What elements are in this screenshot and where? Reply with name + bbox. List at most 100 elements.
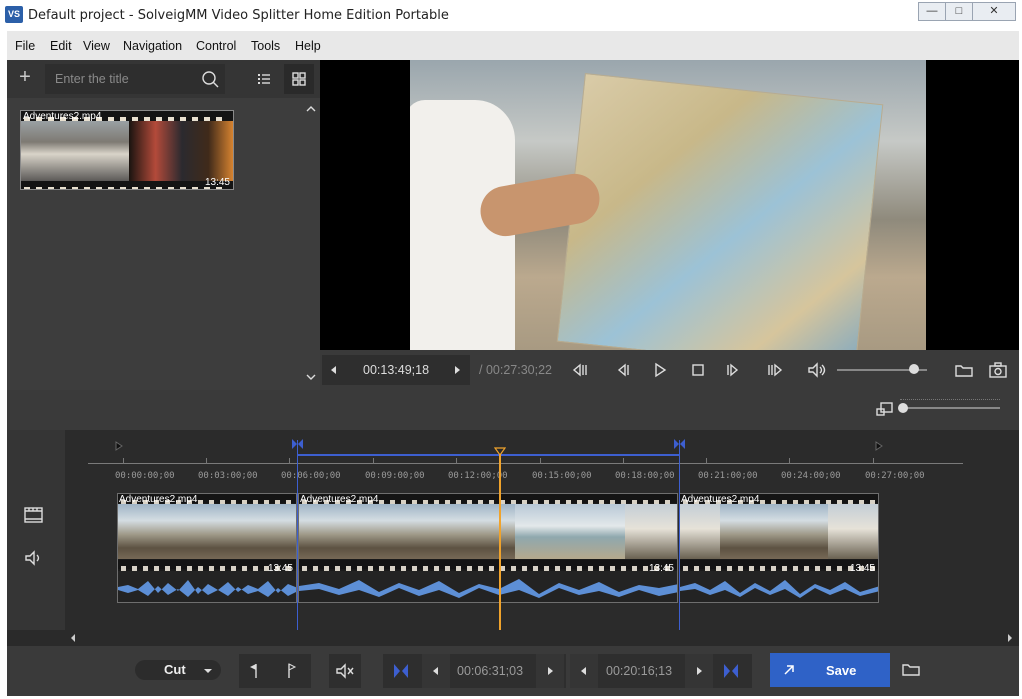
scroll-up-icon[interactable] [306, 106, 316, 112]
menu-navigation[interactable]: Navigation [123, 39, 182, 53]
selection-range[interactable] [297, 454, 679, 456]
chevron-down-icon [204, 669, 212, 673]
save-button[interactable]: Save [770, 653, 890, 687]
search-button[interactable] [195, 64, 225, 94]
menu-bar: File Edit View Navigation Control Tools … [7, 31, 1019, 60]
next-frame-button[interactable] [444, 355, 470, 385]
playhead[interactable] [499, 450, 501, 630]
export-arrow-icon [784, 665, 794, 675]
end-time[interactable]: 00:20:16;13 [606, 664, 672, 678]
menu-control[interactable]: Control [196, 39, 236, 53]
out-marker-icon[interactable] [673, 438, 687, 452]
menu-tools[interactable]: Tools [251, 39, 280, 53]
library-scrollbar[interactable] [304, 98, 318, 390]
timeline-tracks[interactable]: 00:00:00;00 00:03:00;00 00:06:00;00 00:0… [65, 430, 1019, 630]
scroll-down-icon[interactable] [306, 374, 316, 380]
grid-view-button[interactable] [284, 64, 314, 94]
menu-file[interactable]: File [15, 39, 35, 53]
triangle-right-icon [697, 667, 702, 675]
timeline-clip[interactable]: Adventures2.mp4 13:45 [117, 493, 297, 603]
list-view-icon [258, 74, 270, 84]
camera-icon[interactable] [987, 360, 1009, 380]
open-folder-icon[interactable] [900, 658, 922, 680]
player-controls: 00:13:49;18 / 00:27:30;22 [320, 350, 1019, 390]
scroll-right-icon[interactable] [1008, 634, 1012, 642]
selection-end-line[interactable] [679, 440, 680, 630]
volume-icon[interactable] [806, 360, 828, 380]
start-time-increment[interactable] [536, 654, 564, 688]
triangle-right-icon [455, 366, 460, 374]
title-search-input[interactable] [45, 64, 195, 94]
triangle-left-icon [433, 667, 438, 675]
clip-name: Adventures2.mp4 [300, 494, 379, 505]
timeline: 00:00:00;00 00:03:00;00 00:06:00;00 00:0… [7, 430, 1019, 646]
folder-icon[interactable] [953, 360, 975, 380]
add-file-button[interactable]: + [13, 66, 37, 90]
zoom-slider-handle[interactable] [898, 403, 908, 413]
start-time-decrement[interactable] [422, 654, 450, 688]
clip-frame [680, 504, 720, 559]
list-view-button[interactable] [250, 64, 278, 94]
mute-icon [336, 663, 354, 679]
timeline-clip[interactable]: Adventures2.mp4 13:45 [298, 493, 678, 603]
add-marker-right-icon[interactable] [280, 660, 302, 682]
video-track-icon[interactable] [23, 505, 45, 525]
video-player: 00:13:49;18 / 00:27:30;22 [320, 60, 1019, 390]
title-bar: VS Default project - SolveigMM Video Spl… [0, 0, 1022, 31]
ruler-label: 00:09:00;00 [365, 471, 425, 481]
maximize-button[interactable]: □ [945, 2, 973, 21]
start-marker-icon [115, 441, 123, 451]
menu-help[interactable]: Help [295, 39, 321, 53]
audio-track-icon[interactable] [23, 548, 45, 568]
mode-dropdown[interactable]: Cut [135, 660, 221, 680]
clip-frame [118, 504, 226, 559]
step-back-icon[interactable] [613, 360, 633, 380]
library-toolbar: + [7, 60, 320, 98]
ruler-label: 00:27:00;00 [865, 471, 925, 481]
film-strip [21, 181, 233, 189]
timeline-clip[interactable]: Adventures2.mp4 13:45 [679, 493, 879, 603]
minimize-button[interactable]: — [918, 2, 946, 21]
go-to-end-icon[interactable] [765, 360, 785, 380]
clip-duration: 13:45 [648, 563, 674, 574]
clip-frame [226, 504, 296, 559]
step-forward-icon[interactable] [723, 360, 743, 380]
volume-slider-handle[interactable] [908, 364, 919, 374]
clip-duration: 13:45 [267, 563, 293, 574]
end-time-increment[interactable] [685, 654, 713, 688]
close-button[interactable]: ✕ [972, 2, 1016, 21]
go-to-start-icon[interactable] [570, 360, 590, 380]
zoom-slider[interactable] [900, 407, 1000, 409]
menu-view[interactable]: View [83, 39, 110, 53]
menu-edit[interactable]: Edit [50, 39, 72, 53]
library-item[interactable]: Adventures2.mp4 13:45 [20, 110, 234, 190]
media-library: + Adve [7, 60, 320, 390]
selection-start-line[interactable] [297, 440, 298, 630]
scroll-left-icon[interactable] [71, 634, 75, 642]
library-item-duration: 13:45 [204, 177, 230, 188]
total-time: / 00:27:30;22 [479, 363, 552, 377]
clip-frame [299, 504, 407, 559]
play-icon[interactable] [650, 360, 670, 380]
clip-frame [828, 504, 878, 559]
playhead-handle-icon[interactable] [494, 447, 506, 457]
stop-icon[interactable] [688, 360, 708, 380]
in-marker-icon[interactable] [392, 660, 410, 682]
prev-frame-button[interactable] [322, 355, 346, 385]
ruler-label: 00:18:00;00 [615, 471, 675, 481]
clip-name: Adventures2.mp4 [681, 494, 760, 505]
mode-label: Cut [164, 662, 186, 677]
app-icon: VS [5, 6, 23, 23]
video-preview[interactable] [410, 60, 926, 350]
in-marker-icon[interactable] [291, 438, 305, 452]
out-marker-icon[interactable] [722, 660, 740, 682]
start-time[interactable]: 00:06:31;03 [457, 664, 523, 678]
triangle-left-icon [331, 366, 336, 374]
clip-duration: 13:45 [849, 563, 875, 574]
timeline-scrollbar[interactable] [7, 630, 1019, 646]
thumbnail-frame [129, 121, 233, 181]
add-marker-left-icon[interactable] [245, 660, 267, 682]
end-time-decrement[interactable] [570, 654, 598, 688]
zoom-fit-icon[interactable] [875, 399, 895, 419]
time-ruler[interactable]: 00:00:00;00 00:03:00;00 00:06:00;00 00:0… [65, 438, 1019, 481]
